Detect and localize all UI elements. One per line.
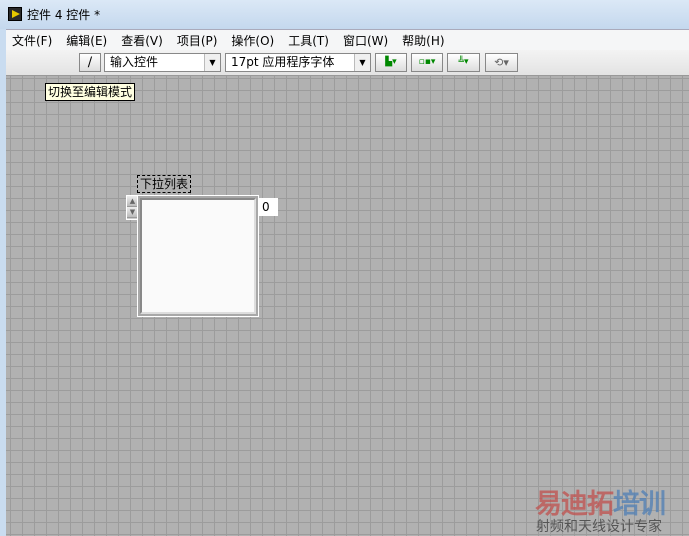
chevron-down-icon: ▼ bbox=[204, 54, 220, 71]
resize-objects-button[interactable]: ╩▾ bbox=[447, 53, 480, 72]
distribute-objects-button[interactable]: ▫▪▾ bbox=[411, 53, 443, 72]
index-display[interactable]: 0 bbox=[258, 198, 278, 216]
menu-project[interactable]: 项目(P) bbox=[171, 32, 224, 49]
listbox-control[interactable] bbox=[137, 195, 259, 317]
menu-window[interactable]: 窗口(W) bbox=[337, 32, 394, 49]
toolbar: ∕ 输入控件 ▼ 17pt 应用程序字体 ▼ ▙▾ ▫▪▾ ╩▾ ⟲▾ bbox=[6, 50, 689, 76]
edit-mode-button[interactable]: ∕ bbox=[79, 53, 101, 72]
menu-help[interactable]: 帮助(H) bbox=[396, 32, 450, 49]
resize-icon: ╩▾ bbox=[458, 57, 469, 67]
control-type-value: 输入控件 bbox=[110, 55, 159, 69]
leaf-icon: ∕ bbox=[87, 55, 93, 70]
font-value: 17pt 应用程序字体 bbox=[231, 55, 335, 69]
align-objects-button[interactable]: ▙▾ bbox=[375, 53, 407, 72]
menu-file[interactable]: 文件(F) bbox=[6, 32, 58, 49]
listbox-label[interactable]: 下拉列表 bbox=[137, 175, 192, 193]
front-panel-canvas[interactable] bbox=[6, 76, 689, 536]
menu-tools[interactable]: 工具(T) bbox=[282, 32, 335, 49]
reorder-icon: ⟲▾ bbox=[494, 56, 509, 69]
distribute-icon: ▫▪▾ bbox=[418, 57, 436, 67]
menu-bar: 文件(F) 编辑(E) 查看(V) 项目(P) 操作(O) 工具(T) 窗口(W… bbox=[6, 29, 689, 50]
title-bar: 控件 4 控件 * bbox=[0, 0, 689, 29]
tooltip: 切换至编辑模式 bbox=[45, 83, 136, 101]
menu-edit[interactable]: 编辑(E) bbox=[60, 32, 113, 49]
control-type-dropdown[interactable]: 输入控件 ▼ bbox=[104, 53, 221, 72]
listbox-content[interactable] bbox=[140, 198, 256, 314]
reorder-button[interactable]: ⟲▾ bbox=[485, 53, 518, 72]
align-icon: ▙▾ bbox=[385, 57, 397, 67]
font-dropdown[interactable]: 17pt 应用程序字体 ▼ bbox=[225, 53, 371, 72]
menu-operate[interactable]: 操作(O) bbox=[225, 32, 280, 49]
menu-view[interactable]: 查看(V) bbox=[115, 32, 169, 49]
labview-vi-icon bbox=[8, 7, 22, 21]
chevron-down-icon: ▼ bbox=[354, 54, 370, 71]
watermark-tagline: 射频和天线设计专家 bbox=[536, 519, 662, 535]
window-title: 控件 4 控件 * bbox=[27, 8, 101, 22]
